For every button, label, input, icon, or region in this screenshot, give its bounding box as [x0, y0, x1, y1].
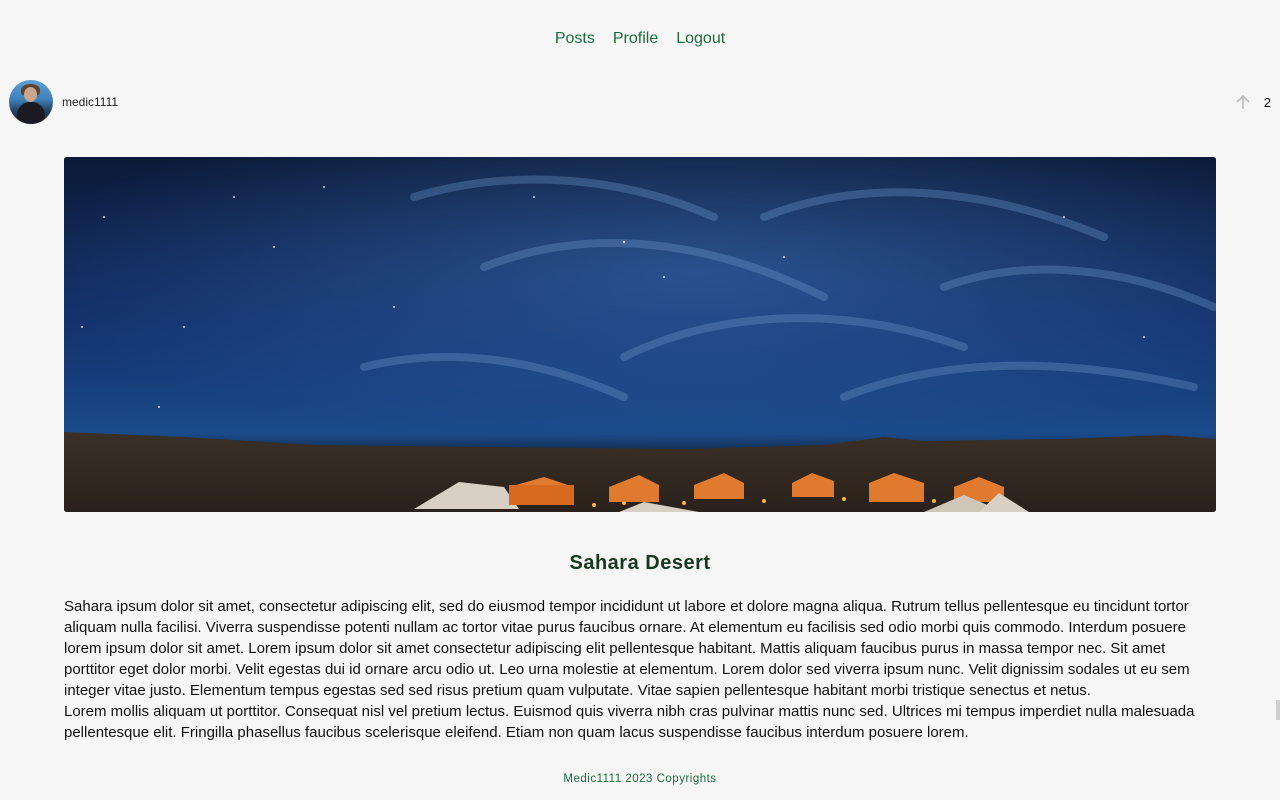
vote-widget: 2 — [1234, 93, 1271, 111]
post-title: Sahara Desert — [569, 552, 711, 574]
arrow-up-icon[interactable] — [1234, 93, 1252, 111]
vote-count: 2 — [1263, 94, 1271, 110]
scrollbar[interactable] — [1276, 700, 1280, 720]
main-nav: Posts Profile Logout — [0, 30, 1280, 48]
nav-posts-link[interactable]: Posts — [555, 30, 595, 48]
post-paragraph: Lorem mollis aliquam ut porttitor. Conse… — [64, 703, 1195, 741]
post-image-graphic — [64, 157, 1216, 512]
post-paragraph: Sahara ipsum dolor sit amet, consectetur… — [64, 598, 1190, 699]
author-username[interactable]: medic1111 — [62, 95, 118, 109]
nav-profile-link[interactable]: Profile — [613, 30, 658, 48]
footer-copyright: Medic1111 2023 Copyrights — [563, 773, 717, 785]
avatar[interactable] — [9, 80, 53, 124]
post-image — [64, 157, 1216, 512]
nav-logout-link[interactable]: Logout — [676, 30, 725, 48]
post-author[interactable]: medic1111 — [9, 80, 118, 124]
post-body: Sahara ipsum dolor sit amet, consectetur… — [64, 596, 1216, 760]
